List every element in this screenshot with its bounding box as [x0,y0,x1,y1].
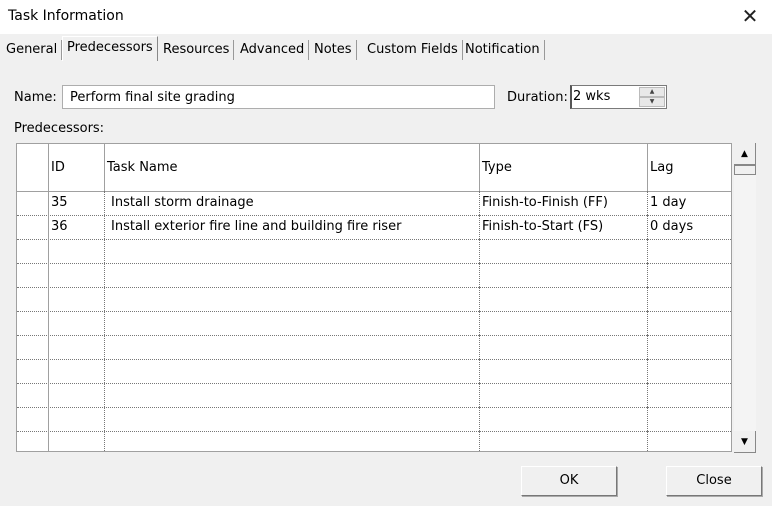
table-row-empty[interactable] [17,263,731,288]
cell-task-name[interactable] [104,311,479,335]
cell-lag[interactable] [647,407,731,431]
cell-lag[interactable]: 1 day [647,191,731,215]
cell-lag[interactable] [647,287,731,311]
cell-type[interactable] [479,431,647,451]
cell-lag[interactable] [647,359,731,383]
scroll-down-icon[interactable]: ▼ [734,431,756,453]
cell-id[interactable] [48,383,104,407]
cell-task-name[interactable] [104,383,479,407]
column-header-type[interactable]: Type [479,144,647,191]
column-header-lag[interactable]: Lag [647,144,731,191]
cell-type[interactable] [479,383,647,407]
cell-task-name[interactable]: Install exterior fire line and building … [104,215,479,239]
vertical-scrollbar[interactable]: ▲ ▼ [734,143,756,453]
cell-id[interactable] [48,287,104,311]
cell-lag[interactable] [647,263,731,287]
predecessors-label: Predecessors: [14,121,105,136]
table-row-empty[interactable] [17,359,731,384]
cell-id[interactable]: 35 [48,191,104,215]
ok-button[interactable]: OK [521,466,617,496]
cell-lag[interactable] [647,431,731,451]
cell-type[interactable] [479,263,647,287]
window-title: Task Information [8,8,124,24]
tab-custom-fields[interactable]: Custom Fields [363,40,463,60]
tab-predecessors[interactable]: Predecessors [62,36,158,61]
name-input[interactable]: Perform final site grading [62,85,495,109]
cell-type[interactable]: Finish-to-Start (FS) [479,215,647,239]
cell-task-name[interactable] [104,287,479,311]
cell-lag[interactable] [647,311,731,335]
spin-up-icon[interactable]: ▲ [639,87,665,97]
table-row-empty[interactable] [17,383,731,408]
spin-down-icon[interactable]: ▼ [639,97,665,107]
title-bar: Task Information ✕ [0,0,772,34]
tab-general[interactable]: General [2,40,63,60]
cell-type[interactable]: Finish-to-Finish (FF) [479,191,647,215]
column-header-id[interactable]: ID [48,144,104,191]
row-selector-header [17,144,48,191]
cell-type[interactable] [479,239,647,263]
tab-resources[interactable]: Resources [159,40,235,60]
cell-id[interactable] [48,263,104,287]
duration-input[interactable]: 2 wks ▲ ▼ [570,85,667,109]
table-row[interactable]: 36 Install exterior fire line and buildi… [17,215,731,240]
cell-id[interactable]: 36 [48,215,104,239]
cell-lag[interactable] [647,239,731,263]
table-row-empty[interactable] [17,335,731,360]
cell-lag[interactable] [647,335,731,359]
table-row-empty[interactable] [17,431,731,451]
close-icon[interactable]: ✕ [738,4,762,28]
table-row-empty[interactable] [17,287,731,312]
cell-lag[interactable]: 0 days [647,215,731,239]
tab-strip: General Predecessors Resources Advanced … [0,36,772,62]
cell-task-name[interactable] [104,431,479,451]
cell-id[interactable] [48,335,104,359]
cell-type[interactable] [479,311,647,335]
close-button[interactable]: Close [666,466,762,496]
duration-value: 2 wks [573,89,611,104]
predecessors-table[interactable]: ID Task Name Type Lag 35 Install storm d… [16,143,732,452]
cell-id[interactable] [48,359,104,383]
table-row-empty[interactable] [17,311,731,336]
table-row-empty[interactable] [17,239,731,264]
scroll-thumb[interactable] [734,165,756,175]
cell-id[interactable] [48,311,104,335]
cell-task-name[interactable] [104,335,479,359]
tab-notes[interactable]: Notes [310,40,357,60]
cell-id[interactable] [48,431,104,451]
cell-task-name[interactable] [104,263,479,287]
cell-lag[interactable] [647,383,731,407]
tab-advanced[interactable]: Advanced [236,40,310,60]
cell-id[interactable] [48,407,104,431]
table-row-empty[interactable] [17,407,731,432]
cell-id[interactable] [48,239,104,263]
name-label: Name: [14,90,57,105]
column-header-task-name[interactable]: Task Name [104,144,479,191]
table-row[interactable]: 35 Install storm drainage Finish-to-Fini… [17,191,731,216]
cell-type[interactable] [479,335,647,359]
cell-type[interactable] [479,407,647,431]
cell-type[interactable] [479,287,647,311]
cell-type[interactable] [479,359,647,383]
duration-label: Duration: [507,90,568,105]
cell-task-name[interactable] [104,239,479,263]
scroll-up-icon[interactable]: ▲ [734,143,756,165]
cell-task-name[interactable]: Install storm drainage [104,191,479,215]
tab-notification[interactable]: Notification [461,40,545,60]
cell-task-name[interactable] [104,359,479,383]
table-header: ID Task Name Type Lag [17,144,731,192]
cell-task-name[interactable] [104,407,479,431]
